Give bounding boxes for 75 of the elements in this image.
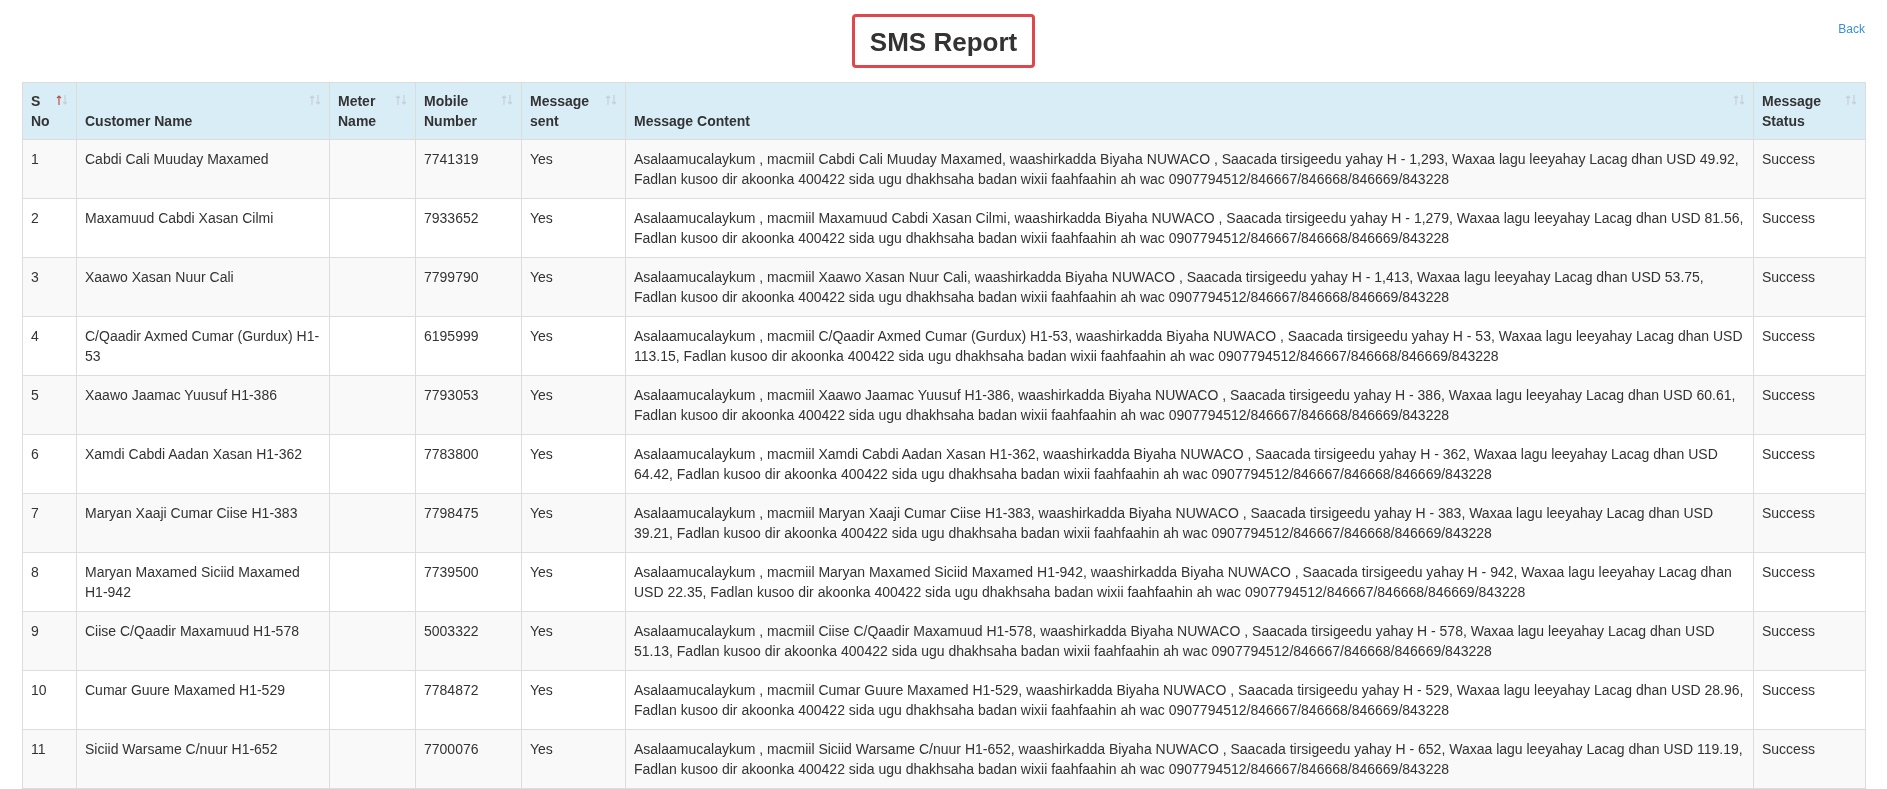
table-cell: Yes	[521, 493, 626, 553]
table-cell: 9	[22, 611, 77, 671]
table-cell: Maryan Xaaji Cumar Ciise H1-383	[76, 493, 330, 553]
table-cell: 7798475	[415, 493, 522, 553]
table-cell: Yes	[521, 198, 626, 258]
table-cell: 3	[22, 257, 77, 317]
column-header[interactable]: Message sent	[521, 82, 626, 140]
table-cell: Cabdi Cali Muuday Maxamed	[76, 139, 330, 199]
table-cell: Success	[1753, 552, 1866, 612]
report-title: SMS Report	[851, 14, 1036, 68]
table-cell: Yes	[521, 552, 626, 612]
column-header[interactable]: Meter Name	[329, 82, 416, 140]
table-cell: Siciid Warsame C/nuur H1-652	[76, 729, 330, 789]
table-cell: Success	[1753, 729, 1866, 789]
table-cell: 7741319	[415, 139, 522, 199]
column-header[interactable]: Customer Name	[76, 82, 330, 140]
table-cell: Xamdi Cabdi Aadan Xasan H1-362	[76, 434, 330, 494]
table-cell: Ciise C/Qaadir Maxamuud H1-578	[76, 611, 330, 671]
column-header[interactable]: S No	[22, 82, 77, 140]
table-cell: 7799790	[415, 257, 522, 317]
table-cell: 7783800	[415, 434, 522, 494]
table-cell: 6	[22, 434, 77, 494]
table-cell: Yes	[521, 434, 626, 494]
table-cell: 11	[22, 729, 77, 789]
table-cell: 1	[22, 139, 77, 199]
table-cell: 7793053	[415, 375, 522, 435]
table-cell: Asalaamucalaykum , macmiil Cumar Guure Maxamed H1-529, waashirkadda Biyaha NUWACO , Saacada tirsigeedu yahay H - 529, Waxaa lagu leeyahay Lacag dhan USD 28.96, Fadlan kusoo dir akoonka 400422 sida ugu dhakhsaha badan wixii faahfaahin ah wac 0907794512/846667/846668/846669/843228	[625, 670, 1754, 730]
column-header[interactable]: Message Status	[1753, 82, 1866, 140]
table-cell: 7	[22, 493, 77, 553]
table-cell: Yes	[521, 729, 626, 789]
table-cell: Success	[1753, 198, 1866, 258]
table-cell: 5003322	[415, 611, 522, 671]
table-cell: Asalaamucalaykum , macmiil Xamdi Cabdi Aadan Xasan H1-362, waashirkadda Biyaha NUWACO , Saacada tirsigeedu yahay H - 362, Waxaa lagu leeyahay Lacag dhan USD 64.42, Fadlan kusoo dir akoonka 400422 sida ugu dhakhsaha badan wixii faahfaahin ah wac 0907794512/846667/846668/846669/843228	[625, 434, 1754, 494]
table-cell: C/Qaadir Axmed Cumar (Gurdux) H1-53	[76, 316, 330, 376]
table-cell: 6195999	[415, 316, 522, 376]
table-cell: Success	[1753, 493, 1866, 553]
table-cell: Asalaamucalaykum , macmiil Xaawo Xasan Nuur Cali, waashirkadda Biyaha NUWACO , Saacada tirsigeedu yahay H - 1,413, Waxaa lagu leeyahay Lacag dhan USD 53.75, Fadlan kusoo dir akoonka 400422 sida ugu dhakhsaha badan wixii faahfaahin ah wac 0907794512/846667/846668/846669/843228	[625, 257, 1754, 317]
table-cell: 7784872	[415, 670, 522, 730]
table-cell: Xaawo Xasan Nuur Cali	[76, 257, 330, 317]
table-cell: 10	[22, 670, 77, 730]
table-cell: Yes	[521, 139, 626, 199]
table-cell: Asalaamucalaykum , macmiil Maxamuud Cabdi Xasan Cilmi, waashirkadda Biyaha NUWACO , Saacada tirsigeedu yahay H - 1,279, Waxaa lagu leeyahay Lacag dhan USD 81.56, Fadlan kusoo dir akoonka 400422 sida ugu dhakhsaha badan wixii faahfaahin ah wac 0907794512/846667/846668/846669/843228	[625, 198, 1754, 258]
table-cell: Asalaamucalaykum , macmiil Siciid Warsame C/nuur H1-652, waashirkadda Biyaha NUWACO , Saacada tirsigeedu yahay H - 652, Waxaa lagu leeyahay Lacag dhan USD 119.19, Fadlan kusoo dir akoonka 400422 sida ugu dhakhsaha badan wixii faahfaahin ah wac 0907794512/846667/846668/846669/843228	[625, 729, 1754, 789]
table-cell: Asalaamucalaykum , macmiil C/Qaadir Axmed Cumar (Gurdux) H1-53, waashirkadda Biyaha NUWACO , Saacada tirsigeedu yahay H - 53, Waxaa lagu leeyahay Lacag dhan USD 113.15, Fadlan kusoo dir akoonka 400422 sida ugu dhakhsaha badan wixii faahfaahin ah wac 0907794512/846667/846668/846669/843228	[625, 316, 1754, 376]
table-cell: Success	[1753, 611, 1866, 671]
table-cell: Cumar Guure Maxamed H1-529	[76, 670, 330, 730]
table-cell: Yes	[521, 257, 626, 317]
table-cell: Asalaamucalaykum , macmiil Ciise C/Qaadir Maxamuud H1-578, waashirkadda Biyaha NUWACO , Saacada tirsigeedu yahay H - 578, Waxaa lagu leeyahay Lacag dhan USD 51.13, Fadlan kusoo dir akoonka 400422 sida ugu dhakhsaha badan wixii faahfaahin ah wac 0907794512/846667/846668/846669/843228	[625, 611, 1754, 671]
table-cell: Asalaamucalaykum , macmiil Cabdi Cali Muuday Maxamed, waashirkadda Biyaha NUWACO , Saacada tirsigeedu yahay H - 1,293, Waxaa lagu leeyahay Lacag dhan USD 49.92, Fadlan kusoo dir akoonka 400422 sida ugu dhakhsaha badan wixii faahfaahin ah wac 0907794512/846667/846668/846669/843228	[625, 139, 1754, 199]
table-cell: Xaawo Jaamac Yuusuf H1-386	[76, 375, 330, 435]
table-cell: Success	[1753, 139, 1866, 199]
back-link[interactable]: Back	[1838, 22, 1865, 36]
table-cell: Success	[1753, 434, 1866, 494]
table-cell: Yes	[521, 670, 626, 730]
column-header[interactable]: Message Content	[625, 82, 1754, 140]
table-cell: Success	[1753, 316, 1866, 376]
table-cell: Maxamuud Cabdi Xasan Cilmi	[76, 198, 330, 258]
table-cell: 2	[22, 198, 77, 258]
table-cell: Asalaamucalaykum , macmiil Maryan Xaaji Cumar Ciise H1-383, waashirkadda Biyaha NUWACO , Saacada tirsigeedu yahay H - 383, Waxaa lagu leeyahay Lacag dhan USD 39.21, Fadlan kusoo dir akoonka 400422 sida ugu dhakhsaha badan wixii faahfaahin ah wac 0907794512/846667/846668/846669/843228	[625, 493, 1754, 553]
table-cell: Success	[1753, 257, 1866, 317]
table-cell: 7700076	[415, 729, 522, 789]
table-cell: 7933652	[415, 198, 522, 258]
table-cell: Maryan Maxamed Siciid Maxamed H1-942	[76, 552, 330, 612]
table-cell: Yes	[521, 375, 626, 435]
table-cell: Yes	[521, 316, 626, 376]
table-cell: Success	[1753, 375, 1866, 435]
table-cell: 8	[22, 552, 77, 612]
table-cell: Asalaamucalaykum , macmiil Xaawo Jaamac Yuusuf H1-386, waashirkadda Biyaha NUWACO , Saacada tirsigeedu yahay H - 386, Waxaa lagu leeyahay Lacag dhan USD 60.61, Fadlan kusoo dir akoonka 400422 sida ugu dhakhsaha badan wixii faahfaahin ah wac 0907794512/846667/846668/846669/843228	[625, 375, 1754, 435]
table-cell: Asalaamucalaykum , macmiil Maryan Maxamed Siciid Maxamed H1-942, waashirkadda Biyaha NUWACO , Saacada tirsigeedu yahay H - 942, Waxaa lagu leeyahay Lacag dhan USD 22.35, Fadlan kusoo dir akoonka 400422 sida ugu dhakhsaha badan wixii faahfaahin ah wac 0907794512/846667/846668/846669/843228	[625, 552, 1754, 612]
table-cell: 5	[22, 375, 77, 435]
table-cell: Success	[1753, 670, 1866, 730]
column-header[interactable]: Mobile Number	[415, 82, 522, 140]
table-cell: 4	[22, 316, 77, 376]
table-cell: 7739500	[415, 552, 522, 612]
table-cell: Yes	[521, 611, 626, 671]
